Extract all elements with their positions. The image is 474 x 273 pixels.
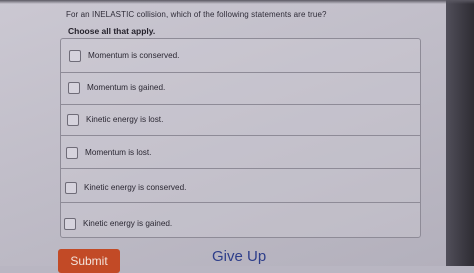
option-kinetic-energy-gained[interactable]: Kinetic energy is gained. (61, 202, 420, 237)
option-kinetic-energy-lost[interactable]: Kinetic energy is lost. (61, 104, 420, 135)
option-momentum-gained[interactable]: Momentum is gained. (61, 72, 420, 104)
checkbox[interactable] (65, 182, 77, 194)
option-momentum-conserved[interactable]: Momentum is conserved. (61, 39, 420, 72)
device-bezel-top (0, 0, 474, 4)
checkbox[interactable] (64, 218, 76, 230)
option-kinetic-energy-conserved[interactable]: Kinetic energy is conserved. (61, 168, 420, 202)
option-momentum-lost[interactable]: Momentum is lost. (61, 135, 420, 168)
option-label: Kinetic energy is gained. (83, 219, 173, 228)
checkbox[interactable] (69, 50, 81, 62)
option-label: Kinetic energy is conserved. (84, 183, 187, 192)
options-list: Momentum is conserved. Momentum is gaine… (60, 38, 421, 238)
option-label: Kinetic energy is lost. (86, 115, 164, 124)
instruction-text: Choose all that apply. (68, 26, 156, 36)
option-label: Momentum is gained. (87, 83, 166, 92)
checkbox[interactable] (68, 82, 80, 94)
give-up-link[interactable]: Give Up (212, 248, 266, 265)
question-text: For an INELASTIC collision, which of the… (66, 10, 327, 19)
device-bezel (446, 0, 474, 266)
checkbox[interactable] (67, 114, 79, 126)
option-label: Momentum is lost. (85, 148, 152, 157)
submit-button[interactable]: Submit (58, 249, 120, 273)
screen: For an INELASTIC collision, which of the… (0, 0, 452, 273)
option-label: Momentum is conserved. (88, 51, 180, 60)
checkbox[interactable] (66, 147, 78, 159)
